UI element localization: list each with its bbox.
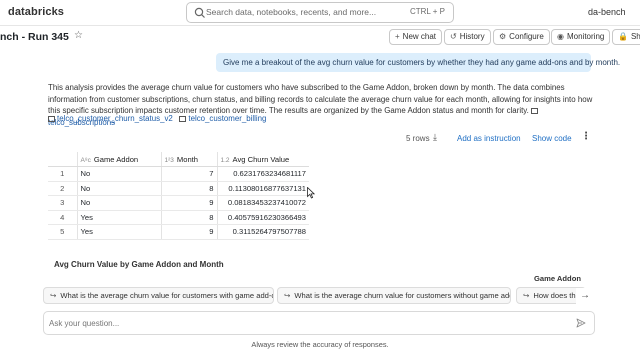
show-code-link[interactable]: Show code (532, 134, 572, 143)
integer-type-icon: 1²3 (164, 156, 174, 164)
download-icon[interactable]: ⤓ (433, 132, 437, 143)
table-icon (179, 116, 187, 122)
chart-legend-title: Game Addon (534, 274, 581, 283)
table-row: 4 Yes 8 0.40575916230366493 (48, 210, 309, 225)
databricks-logo[interactable]: databricks (8, 6, 64, 18)
star-icon[interactable]: ☆ (74, 30, 83, 41)
top-bar: databricks Search data, notebooks, recen… (0, 0, 640, 26)
string-type-icon: A⁸c (80, 156, 91, 164)
plus-icon: + (395, 32, 400, 41)
chart-card: Avg Churn Value by Game Addon and Month … (46, 254, 590, 284)
disclaimer-text: Always review the accuracy of responses. (251, 340, 389, 349)
reply-arrow-icon: ↪ (50, 291, 57, 300)
send-icon[interactable] (576, 318, 586, 328)
suggestion-chip[interactable]: ↪ What is the average churn value for cus… (43, 287, 274, 304)
decimal-type-icon: 1.2 (220, 156, 230, 164)
table-tag[interactable]: telco_customer_billing (179, 114, 266, 123)
table-header-row: A⁸c Game Addon 1²3 Month 1.2 Avg Churn Valu… (48, 152, 309, 167)
table-tag[interactable]: telco_customer_churn_status_v2 (48, 114, 173, 123)
search-shortcut: CTRL + P (409, 7, 445, 16)
search-placeholder: Search data, notebooks, recents, and mor… (206, 7, 377, 17)
column-header-month[interactable]: 1²3 Month (161, 152, 218, 167)
question-input-box (43, 311, 595, 335)
table-tags: telco_customer_churn_status_v2 telco_cus… (48, 114, 266, 123)
search-icon (194, 7, 205, 18)
new-chat-button[interactable]: + New chat (389, 29, 443, 45)
lock-icon: 🔒 (618, 32, 628, 41)
history-button[interactable]: ↺ History (444, 29, 491, 45)
more-options-icon[interactable]: ⋮ (581, 131, 591, 142)
reply-arrow-icon: ↪ (284, 291, 291, 300)
global-search[interactable]: Search data, notebooks, recents, and mor… (186, 2, 454, 23)
page-title: nch - Run 345 (0, 31, 69, 43)
column-header-avg-churn[interactable]: 1.2 Avg Churn Value (217, 152, 309, 167)
result-table: A⁸c Game Addon 1²3 Month 1.2 Avg Churn Valu… (48, 152, 309, 240)
title-bar: nch - Run 345 ☆ + New chat ↺ History ⚙ Conf… (0, 26, 640, 48)
chart-title: Avg Churn Value by Game Addon and Month (54, 260, 224, 269)
user-message: Give me a breakout of the avg churn valu… (216, 53, 620, 72)
configure-button[interactable]: ⚙ Configure (493, 29, 550, 45)
table-icon (48, 116, 55, 122)
table-row: 5 Yes 9 0.3115264797507788 (48, 224, 309, 240)
mouse-cursor-icon (307, 187, 315, 199)
column-header-game-addon[interactable]: A⁸c Game Addon (77, 152, 162, 167)
suggestion-chip[interactable]: ↪ What is the average churn value for cus… (277, 287, 511, 304)
scroll-right-icon[interactable]: → (576, 288, 594, 304)
share-button[interactable]: 🔒Sha (612, 29, 640, 45)
question-input[interactable] (49, 316, 559, 330)
table-icon (531, 108, 539, 115)
eye-icon: ◉ (557, 32, 564, 41)
table-row: 2 No 8 0.11308016877637131 (48, 181, 309, 196)
reply-arrow-icon: ↪ (523, 291, 530, 300)
table-row: 3 No 9 0.08183453237410072 (48, 195, 309, 211)
user-menu[interactable]: da-bench (588, 7, 626, 17)
gear-icon: ⚙ (499, 32, 507, 41)
add-as-instruction-link[interactable]: Add as instruction (457, 134, 521, 143)
row-count: 5 rows (406, 134, 430, 143)
table-row: 1 No 7 0.6231763234681117 (48, 166, 309, 182)
monitoring-button[interactable]: ◉ Monitoring (551, 29, 611, 45)
row-index-header (48, 152, 78, 167)
history-icon: ↺ (450, 32, 457, 41)
